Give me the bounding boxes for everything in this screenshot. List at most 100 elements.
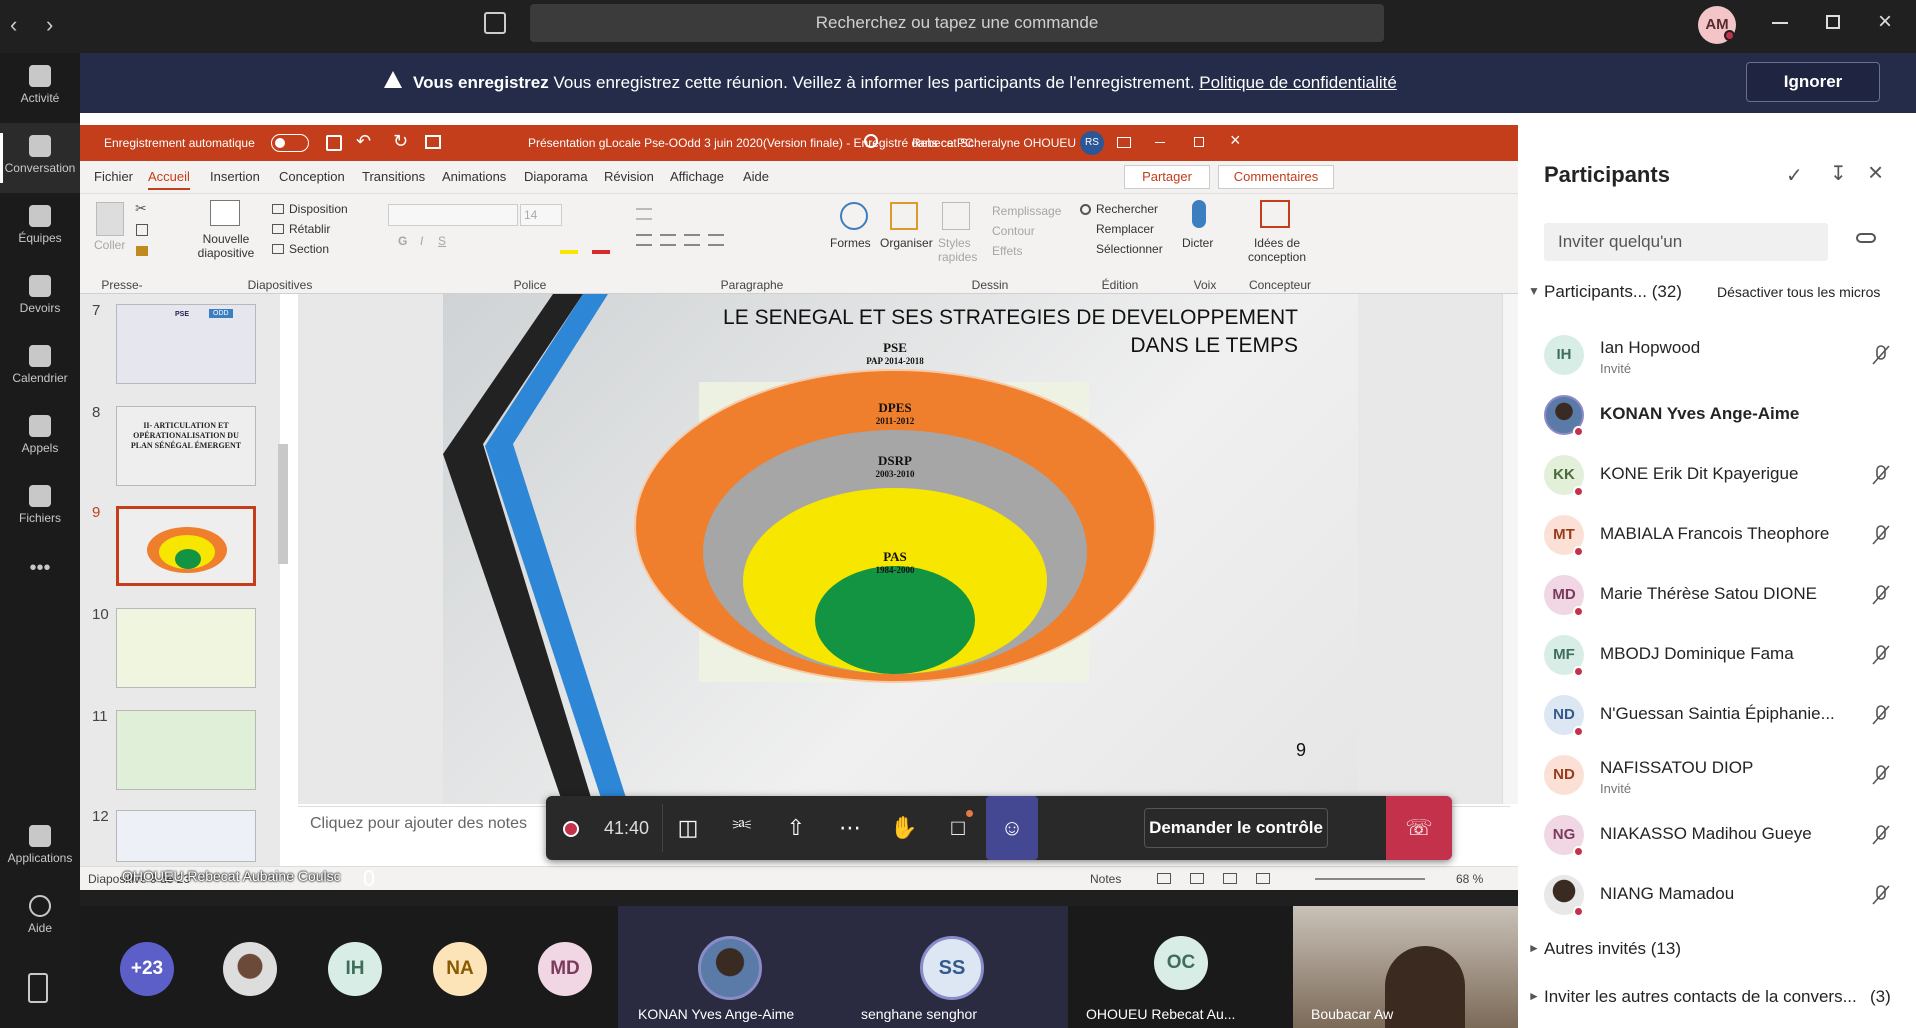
other-invited-chevron-icon[interactable]: ► — [1528, 941, 1540, 955]
participant-row[interactable]: ND N'Guessan Saintia Épiphanie... — [1518, 686, 1916, 744]
search-input[interactable]: Recherchez ou tapez une commande — [530, 4, 1384, 42]
participant-row[interactable]: MD Marie Thérèse Satou DIONE — [1518, 566, 1916, 624]
rail-more[interactable]: ••• — [0, 548, 80, 588]
save-icon[interactable] — [326, 135, 342, 151]
rail-conversation[interactable]: Conversation — [0, 123, 80, 193]
download-icon[interactable]: ↧ — [1830, 161, 1847, 186]
rail-teams[interactable]: Équipes — [0, 193, 80, 263]
participant-row[interactable]: KONAN Yves Ange-Aime — [1518, 386, 1916, 444]
select-button[interactable]: Sélectionner — [1096, 242, 1163, 256]
section-button[interactable]: Section — [289, 242, 329, 256]
quick-styles-button[interactable]: Styles rapides — [938, 236, 978, 264]
thumbs-scrollbar[interactable] — [278, 444, 288, 564]
mic-muted-icon[interactable] — [1870, 764, 1892, 786]
mute-all-check-icon[interactable]: ✓ — [1786, 163, 1803, 188]
request-control-button[interactable]: Demander le contrôle — [1144, 808, 1328, 848]
rail-calendar[interactable]: Calendrier — [0, 333, 80, 403]
link-icon[interactable] — [1856, 233, 1876, 243]
video-tile-konan[interactable]: KONAN Yves Ange-Aime SS senghane senghor — [618, 906, 1068, 1028]
slide-thumb-9-selected[interactable] — [116, 506, 256, 586]
copy-icon[interactable] — [136, 224, 148, 236]
participant-row[interactable]: MT MABIALA Francois Theophore — [1518, 506, 1916, 564]
new-slide-button[interactable]: Nouvelle diapositive — [190, 232, 262, 260]
menu-accueil[interactable]: Accueil — [148, 169, 190, 190]
forward-arrow-icon[interactable]: › — [46, 12, 53, 38]
rail-help[interactable]: Aide — [0, 883, 80, 953]
font-size-select[interactable]: 14 — [520, 204, 562, 226]
arrange-icon[interactable] — [890, 202, 918, 230]
menu-conception[interactable]: Conception — [279, 169, 345, 184]
mic-muted-icon[interactable] — [1870, 704, 1892, 726]
notes-toggle[interactable]: Notes — [1090, 872, 1121, 886]
invite-others-header[interactable]: Inviter les autres contacts de la conver… — [1544, 987, 1857, 1007]
back-arrow-icon[interactable]: ‹ — [10, 12, 17, 38]
close-window-icon[interactable]: × — [1878, 8, 1892, 36]
restore-icon[interactable] — [1826, 15, 1840, 29]
ignore-button[interactable]: Ignorer — [1746, 62, 1880, 102]
align-right-icon[interactable] — [684, 234, 700, 246]
mic-muted-icon[interactable] — [1870, 584, 1892, 606]
slide-thumb-10[interactable] — [116, 608, 256, 688]
reading-view-icon[interactable] — [1223, 873, 1237, 884]
replace-button[interactable]: Remplacer — [1096, 222, 1154, 236]
mic-muted-icon[interactable] — [1870, 644, 1892, 666]
comments-button[interactable]: Commentaires — [1218, 165, 1334, 189]
highlight-icon[interactable] — [560, 250, 578, 254]
participants-section-header[interactable]: Participants... (32) — [1544, 282, 1682, 302]
more-options-icon[interactable]: ⋯ — [830, 808, 870, 848]
invite-input[interactable]: Inviter quelqu'un — [1544, 223, 1828, 261]
participant-avatar-ih[interactable]: IH — [328, 942, 382, 996]
slide-thumb-12[interactable] — [116, 810, 256, 862]
find-button[interactable]: Rechercher — [1096, 202, 1158, 216]
search-doc-icon[interactable] — [864, 134, 878, 148]
video-tile-ohoueu[interactable]: OC OHOUEU Rebecat Au... — [1068, 906, 1293, 1028]
mic-off-icon[interactable]: ⎃ — [722, 808, 762, 848]
arrange-button[interactable]: Organiser — [880, 236, 933, 250]
invite-others-chevron-icon[interactable]: ► — [1528, 989, 1540, 1003]
rail-assignments[interactable]: Devoirs — [0, 263, 80, 333]
dictate-button[interactable]: Dicter — [1182, 236, 1213, 250]
raise-hand-icon[interactable]: ✋ — [884, 808, 924, 848]
design-ideas-button[interactable]: Idées de conception — [1242, 236, 1312, 264]
present-icon[interactable] — [425, 135, 441, 149]
account-avatar[interactable]: RS — [1080, 131, 1104, 155]
participant-avatar-na[interactable]: NA — [433, 942, 487, 996]
mic-muted-icon[interactable] — [1870, 344, 1892, 366]
ribbon-display-icon[interactable] — [1117, 137, 1131, 148]
rail-activity[interactable]: Activité — [0, 53, 80, 123]
slide-thumb-8[interactable]: II- ARTICULATION ET OPÉRATIONALISATION D… — [116, 406, 256, 486]
rail-apps[interactable]: Applications — [0, 813, 80, 883]
format-painter-icon[interactable] — [136, 246, 148, 256]
share-screen-icon[interactable]: ⇧ — [776, 808, 816, 848]
device-icon[interactable] — [28, 973, 48, 1003]
font-name-select[interactable] — [388, 204, 518, 226]
participant-row[interactable]: NG NIAKASSO Madihou Gueye — [1518, 806, 1916, 864]
cut-icon[interactable]: ✂ — [135, 200, 147, 217]
undo-icon[interactable]: ↶ — [356, 131, 371, 152]
microphone-dictate-icon[interactable] — [1192, 200, 1206, 228]
design-ideas-icon[interactable] — [1260, 200, 1290, 228]
underline-icon[interactable]: S — [438, 234, 446, 248]
pp-close-icon[interactable]: × — [1230, 130, 1241, 151]
pp-minimize-icon[interactable] — [1155, 142, 1165, 143]
camera-off-icon[interactable]: ◫ — [668, 808, 708, 848]
mic-muted-icon[interactable] — [1870, 524, 1892, 546]
menu-transitions[interactable]: Transitions — [362, 169, 425, 184]
font-color-icon[interactable] — [592, 250, 610, 254]
justify-icon[interactable] — [708, 234, 724, 246]
overflow-participants-avatar[interactable]: +23 — [120, 942, 174, 996]
bold-icon[interactable]: G — [398, 234, 407, 248]
layout-button[interactable]: Disposition — [289, 202, 348, 216]
participants-panel-icon[interactable]: ☺ — [986, 796, 1038, 860]
bullets-icon[interactable] — [636, 208, 652, 220]
participant-row[interactable]: KK KONE Erik Dit Kpayerigue — [1518, 446, 1916, 504]
rail-calls[interactable]: Appels — [0, 403, 80, 473]
canvas-scrollbar[interactable] — [1502, 294, 1518, 804]
video-tile-boubacar[interactable]: Boubacar Aw — [1293, 906, 1518, 1028]
sorter-view-icon[interactable] — [1190, 873, 1204, 884]
shapes-button[interactable]: Formes — [830, 236, 871, 250]
align-center-icon[interactable] — [660, 234, 676, 246]
slide-thumb-11[interactable] — [116, 710, 256, 790]
minimize-icon[interactable] — [1772, 22, 1788, 24]
participant-avatar-md[interactable]: MD — [538, 942, 592, 996]
